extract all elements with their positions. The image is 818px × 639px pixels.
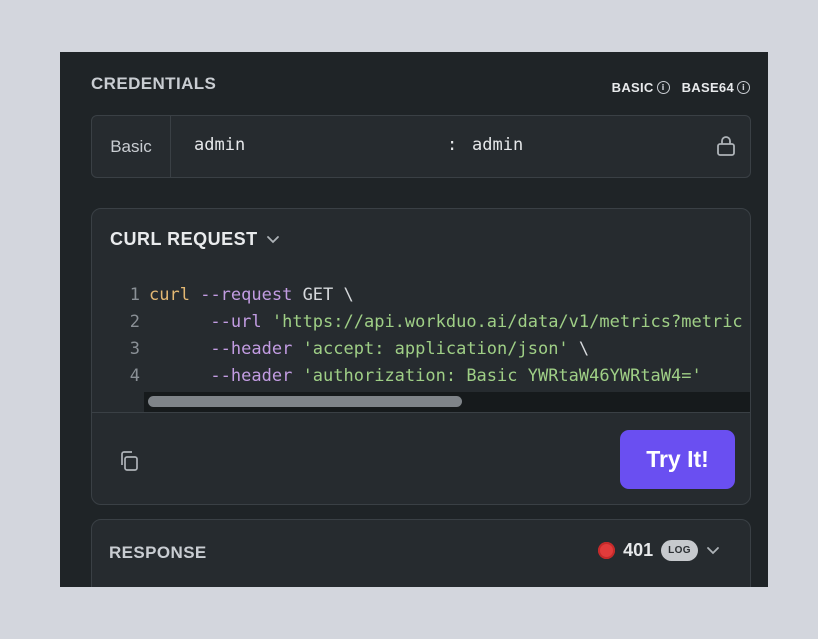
line-content: --header 'accept: application/json' \ [210,339,590,359]
line-number: 2 [129,312,140,332]
outer-frame: CREDENTIALS BASIC i BASE64 i Basic admin… [0,0,818,639]
base64-link-label: BASE64 [681,80,734,95]
line-number: 3 [129,339,140,359]
chevron-down-icon [266,235,279,243]
auth-format-links: BASIC i BASE64 i [612,80,750,95]
code-scrollbar[interactable] [144,392,750,412]
credentials-separator: : [447,135,458,155]
password-field[interactable]: admin [472,135,523,155]
basic-link-label: BASIC [611,80,654,95]
base64-link[interactable]: BASE64 i [682,80,750,95]
line-content: curl --request GET \ [149,285,354,305]
response-status[interactable]: 401 LOG [598,540,720,561]
line-content: --header 'authorization: Basic YWRtaW46Y… [210,366,702,386]
api-panel: CREDENTIALS BASIC i BASE64 i Basic admin… [60,52,768,587]
username-field[interactable]: admin [194,135,245,155]
basic-link[interactable]: BASIC i [612,80,670,95]
credentials-row: Basic admin : admin [91,115,751,178]
auth-type-label: Basic [92,116,171,177]
line-number: 4 [129,366,140,386]
credentials-heading: CREDENTIALS [91,74,217,93]
curl-request-toggle[interactable]: CURL REQUEST [110,229,280,250]
log-badge[interactable]: LOG [661,540,698,561]
status-code: 401 [623,540,654,560]
chevron-down-icon[interactable] [706,546,720,556]
line-content: --url 'https://api.workduo.ai/data/v1/me… [210,312,743,332]
info-icon[interactable]: i [656,81,670,94]
try-it-button[interactable]: Try It! [620,430,735,489]
copy-icon[interactable] [118,449,140,473]
status-dot [598,542,616,559]
lock-icon[interactable] [716,135,736,157]
info-icon[interactable]: i [737,81,750,94]
response-title: RESPONSE [109,543,207,562]
curl-footer: Try It! [92,412,750,504]
curl-request-title: CURL REQUEST [110,229,258,249]
line-number: 1 [129,285,140,305]
scrollbar-thumb[interactable] [148,396,462,407]
curl-request-card: CURL REQUEST 1 curl --request GET \ 2 --ur… [91,208,751,505]
response-card[interactable]: RESPONSE 401 LOG [91,519,751,587]
